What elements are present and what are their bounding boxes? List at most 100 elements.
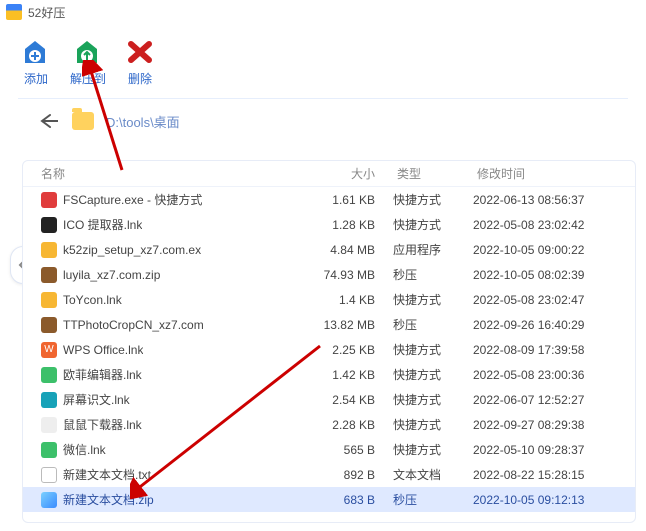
file-date: 2022-10-05 09:00:22	[473, 243, 635, 257]
file-name: 欧菲编辑器.lnk	[63, 366, 142, 383]
file-type: 快捷方式	[393, 441, 473, 458]
file-row[interactable]: WWPS Office.lnk2.25 KB快捷方式2022-08-09 17:…	[23, 337, 635, 362]
column-header[interactable]: 名称 大小 类型 修改时间	[23, 161, 635, 187]
file-row[interactable]: TTPhotoCropCN_xz7.com 13.82 MB秒压2022-09-2…	[23, 312, 635, 337]
file-size: 4.84 MB	[303, 243, 393, 257]
file-size: 1.28 KB	[303, 218, 393, 232]
file-size: 1.4 KB	[303, 293, 393, 307]
extract-button[interactable]: 解压到	[70, 38, 106, 87]
file-icon	[41, 192, 57, 208]
file-size: 565 B	[303, 443, 393, 457]
file-date: 2022-05-08 23:00:36	[473, 368, 635, 382]
file-name: FSCapture.exe - 快捷方式	[63, 191, 202, 208]
file-date: 2022-08-09 17:39:58	[473, 343, 635, 357]
title-bar: 52好压	[0, 0, 646, 24]
file-size: 13.82 MB	[303, 318, 393, 332]
file-row[interactable]: 欧菲编辑器.lnk 1.42 KB快捷方式2022-05-08 23:00:36	[23, 362, 635, 387]
file-icon	[41, 242, 57, 258]
col-size[interactable]: 大小	[303, 165, 393, 182]
file-row[interactable]: FSCapture.exe - 快捷方式 1.61 KB快捷方式2022-06-1…	[23, 187, 635, 212]
file-date: 2022-10-05 09:12:13	[473, 493, 635, 507]
delete-x-icon	[124, 38, 156, 66]
file-date: 2022-06-13 08:56:37	[473, 193, 635, 207]
file-type: 快捷方式	[393, 291, 473, 308]
file-size: 74.93 MB	[303, 268, 393, 282]
file-name: 新建文本文档.txt	[63, 466, 151, 483]
file-type: 快捷方式	[393, 216, 473, 233]
file-type: 快捷方式	[393, 366, 473, 383]
file-size: 683 B	[303, 493, 393, 507]
file-row[interactable]: 新建文本文档.zip 683 B秒压2022-10-05 09:12:13	[23, 487, 635, 512]
folder-icon	[72, 112, 94, 130]
file-row[interactable]: 微信.lnk 565 B快捷方式2022-05-10 09:28:37	[23, 437, 635, 462]
file-type: 快捷方式	[393, 391, 473, 408]
file-date: 2022-05-08 23:02:47	[473, 293, 635, 307]
file-size: 892 B	[303, 468, 393, 482]
file-type: 秒压	[393, 316, 473, 333]
file-icon	[41, 392, 57, 408]
file-row[interactable]: 屏幕识文.lnk 2.54 KB快捷方式2022-06-07 12:52:27	[23, 387, 635, 412]
file-icon	[41, 367, 57, 383]
file-date: 2022-06-07 12:52:27	[473, 393, 635, 407]
add-label: 添加	[24, 70, 48, 87]
file-row[interactable]: k52zip_setup_xz7.com.ex4.84 MB应用程序2022-1…	[23, 237, 635, 262]
file-date: 2022-08-22 15:28:15	[473, 468, 635, 482]
delete-button[interactable]: 删除	[124, 38, 156, 87]
file-icon	[41, 217, 57, 233]
extract-label: 解压到	[70, 70, 106, 87]
file-date: 2022-05-08 23:02:42	[473, 218, 635, 232]
app-logo-icon	[6, 4, 22, 20]
add-button[interactable]: 添加	[20, 38, 52, 87]
file-name: 新建文本文档.zip	[63, 491, 154, 508]
file-icon	[41, 467, 57, 483]
file-list: FSCapture.exe - 快捷方式1.61 KB快捷方式2022-06-1…	[23, 187, 635, 522]
file-row[interactable]: 鼠鼠下载器.lnk 2.28 KB快捷方式2022-09-27 08:29:38	[23, 412, 635, 437]
file-type: 秒压	[393, 266, 473, 283]
delete-label: 删除	[128, 70, 152, 87]
add-archive-icon	[20, 38, 52, 66]
file-size: 2.28 KB	[303, 418, 393, 432]
file-type: 文本文档	[393, 466, 473, 483]
extract-archive-icon	[72, 38, 104, 66]
file-name: ICO 提取器.lnk	[63, 216, 142, 233]
file-row[interactable]: ICO 提取器.lnk 1.28 KB快捷方式2022-05-08 23:02:4…	[23, 212, 635, 237]
file-icon: W	[41, 342, 57, 358]
file-icon	[41, 292, 57, 308]
file-icon	[41, 492, 57, 508]
file-type: 快捷方式	[393, 191, 473, 208]
file-size: 1.61 KB	[303, 193, 393, 207]
file-name: ToYcon.lnk	[63, 293, 122, 307]
file-date: 2022-09-27 08:29:38	[473, 418, 635, 432]
file-icon	[41, 417, 57, 433]
file-row[interactable]: 新建文本文档.txt 892 B文本文档2022-08-22 15:28:15	[23, 462, 635, 487]
file-icon	[41, 317, 57, 333]
file-date: 2022-09-26 16:40:29	[473, 318, 635, 332]
col-type[interactable]: 类型	[393, 165, 473, 182]
col-name[interactable]: 名称	[23, 165, 303, 182]
file-size: 2.54 KB	[303, 393, 393, 407]
app-title: 52好压	[28, 4, 65, 21]
file-name: 微信.lnk	[63, 441, 106, 458]
file-type: 快捷方式	[393, 416, 473, 433]
col-date[interactable]: 修改时间	[473, 165, 635, 182]
file-row[interactable]: ToYcon.lnk 1.4 KB快捷方式2022-05-08 23:02:47	[23, 287, 635, 312]
file-size: 1.42 KB	[303, 368, 393, 382]
file-type: 快捷方式	[393, 341, 473, 358]
file-panel: 名称 大小 类型 修改时间 FSCapture.exe - 快捷方式 1.61 K…	[22, 160, 636, 523]
file-type: 秒压	[393, 491, 473, 508]
file-name: k52zip_setup_xz7.com.ex	[63, 243, 201, 257]
current-path[interactable]: D:\tools\桌面	[106, 112, 180, 131]
file-row[interactable]: luyila_xz7.com.zip 74.93 MB秒压2022-10-05 0…	[23, 262, 635, 287]
file-size: 2.25 KB	[303, 343, 393, 357]
file-name: luyila_xz7.com.zip	[63, 268, 160, 282]
toolbar: 添加 解压到 删除	[0, 24, 646, 98]
file-name: 鼠鼠下载器.lnk	[63, 416, 142, 433]
file-date: 2022-10-05 08:02:39	[473, 268, 635, 282]
back-button[interactable]	[36, 109, 60, 133]
file-name: TTPhotoCropCN_xz7.com	[63, 318, 204, 332]
file-name: 屏幕识文.lnk	[63, 391, 130, 408]
file-icon	[41, 442, 57, 458]
file-icon	[41, 267, 57, 283]
file-date: 2022-05-10 09:28:37	[473, 443, 635, 457]
path-row: D:\tools\桌面	[0, 99, 646, 147]
